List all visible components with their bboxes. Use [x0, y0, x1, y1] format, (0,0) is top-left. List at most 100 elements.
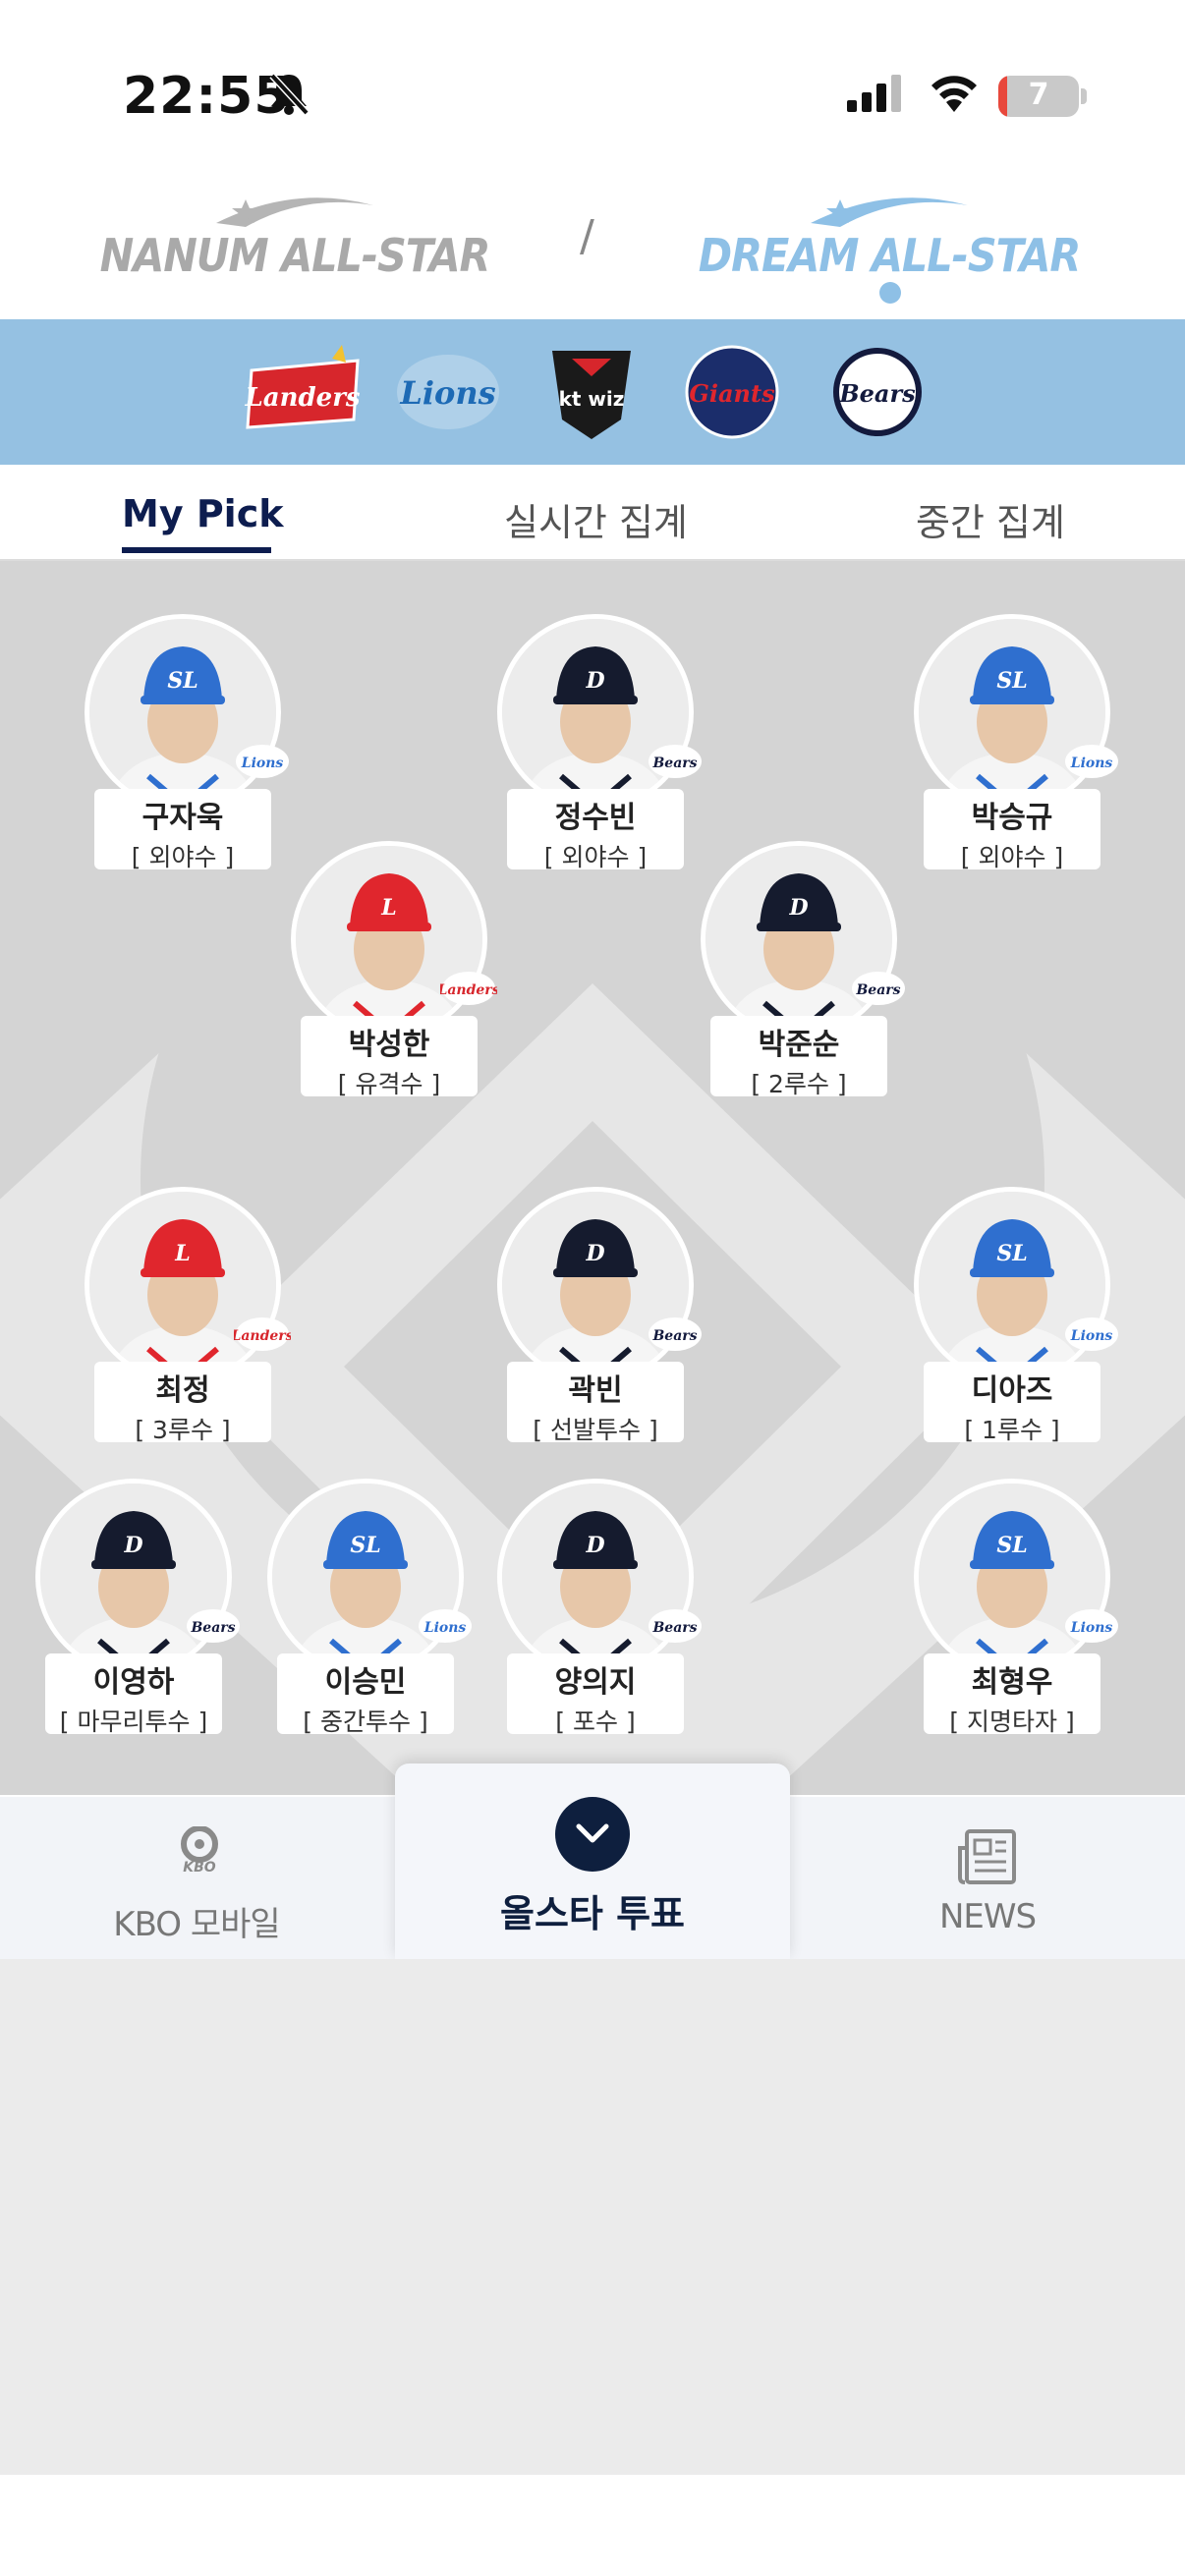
player-info: 디아즈 [ 1루수 ] [924, 1362, 1100, 1444]
player-info: 박준순 [ 2루수 ] [710, 1016, 887, 1098]
player-name: 구자욱 [141, 801, 224, 835]
nav-kbo-label: KBO 모바일 [113, 1905, 280, 1944]
empty-content-area [0, 1959, 1185, 2475]
svg-text:D: D [585, 1241, 604, 1266]
nav-allstar-vote[interactable]: 올스타 투표 [395, 1764, 790, 1959]
dream-allstar-tab[interactable]: DREAM ALL-STAR [693, 172, 1086, 319]
player-card[interactable]: L Landers 최정 [ 3루수 ] [85, 1187, 294, 1444]
svg-text:L: L [174, 1241, 190, 1266]
team-badge-icon: Bears [647, 742, 704, 785]
player-position: [ 외야수 ] [960, 843, 1064, 871]
player-card[interactable]: D Bears 이영하 [ 마무리투수 ] [35, 1479, 240, 1736]
team-badge-icon: Lions [1063, 1315, 1120, 1358]
player-position: [ 외야수 ] [543, 843, 648, 871]
svg-text:Lions: Lions [423, 1620, 467, 1636]
player-card[interactable]: SL Lions 박승규 [ 외야수 ] [914, 614, 1118, 871]
player-position: [ 2루수 ] [751, 1070, 847, 1098]
player-info: 곽빈 [ 선발투수 ] [507, 1362, 684, 1444]
player-position: [ 1루수 ] [964, 1416, 1060, 1444]
player-position: [ 선발투수 ] [533, 1416, 658, 1444]
svg-text:SL: SL [996, 668, 1027, 694]
tab-my-pick[interactable]: My Pick [122, 492, 284, 535]
player-name: 양의지 [554, 1665, 637, 1700]
nav-news-label: NEWS [938, 1897, 1037, 1936]
star-swoosh-icon [216, 197, 373, 227]
wifi-icon [928, 71, 981, 116]
star-swoosh-icon [811, 197, 968, 227]
battery-icon: 7 [998, 76, 1079, 117]
svg-text:D: D [585, 1533, 604, 1558]
player-card[interactable]: D Bears 정수빈 [ 외야수 ] [497, 614, 702, 871]
player-info: 정수빈 [ 외야수 ] [507, 789, 684, 871]
player-card[interactable]: D Bears 박준순 [ 2루수 ] [701, 841, 905, 1098]
player-name: 최정 [155, 1373, 210, 1408]
svg-text:D: D [788, 895, 808, 921]
svg-text:SL: SL [350, 1533, 380, 1558]
player-position: [ 3루수 ] [135, 1416, 231, 1444]
active-tab-underline [122, 547, 271, 553]
nanum-allstar-tab[interactable]: NANUM ALL-STAR [98, 172, 491, 319]
player-position: [ 마무리투수 ] [59, 1708, 208, 1736]
player-card[interactable]: SL Lions 디아즈 [ 1루수 ] [914, 1187, 1118, 1444]
player-card[interactable]: SL Lions 최형우 [ 지명타자 ] [914, 1479, 1118, 1736]
player-info: 양의지 [ 포수 ] [507, 1653, 684, 1736]
player-card[interactable]: SL Lions 이승민 [ 중간투수 ] [267, 1479, 472, 1736]
kbo-logo-text: KBO [183, 1860, 216, 1874]
nav-allstar-vote-label: 올스타 투표 [499, 1892, 686, 1935]
nav-news[interactable]: NEWS [884, 1797, 1091, 1959]
vote-toggle-button[interactable] [555, 1797, 630, 1872]
team-logo-label: Giants [689, 379, 775, 408]
team-badge-icon: Bears [850, 969, 907, 1012]
svg-text:SL: SL [996, 1533, 1027, 1558]
svg-text:D: D [585, 668, 604, 694]
svg-text:D: D [123, 1533, 142, 1558]
team-logo-ktwiz[interactable]: kt wiz [542, 341, 641, 443]
team-badge-icon: Landers [230, 1315, 294, 1358]
player-name: 박성한 [348, 1028, 430, 1062]
selected-indicator [879, 282, 901, 304]
svg-text:L: L [380, 895, 396, 921]
team-logo-landers[interactable]: Landers [244, 341, 366, 443]
player-info: 최형우 [ 지명타자 ] [924, 1653, 1100, 1736]
team-badge-icon: Bears [647, 1315, 704, 1358]
dream-allstar-label: DREAM ALL-STAR [698, 229, 1081, 282]
svg-text:Lions: Lions [1070, 756, 1113, 771]
kbo-logo-icon: KBO [181, 1826, 218, 1874]
player-card[interactable]: D Bears 곽빈 [ 선발투수 ] [497, 1187, 702, 1444]
svg-text:Bears: Bears [651, 756, 697, 771]
svg-text:Lions: Lions [241, 756, 284, 771]
player-card[interactable]: D Bears 양의지 [ 포수 ] [497, 1479, 702, 1736]
status-bar: 22:55 7 [0, 0, 1185, 157]
nav-kbo-mobile[interactable]: KBO KBO 모바일 [79, 1797, 314, 1959]
team-badge-icon: Lions [417, 1606, 474, 1650]
team-logo-lions[interactable]: Lions [393, 341, 503, 443]
signal-icon [847, 75, 906, 116]
player-name: 박승규 [971, 801, 1053, 835]
team-logo-giants[interactable]: Giants [680, 341, 784, 443]
player-card[interactable]: SL Lions 구자욱 [ 외야수 ] [85, 614, 289, 871]
team-logo-label: Bears [838, 379, 916, 408]
player-name: 정수빈 [554, 801, 637, 835]
player-info: 박승규 [ 외야수 ] [924, 789, 1100, 871]
player-info: 최정 [ 3루수 ] [94, 1362, 271, 1444]
player-name: 이승민 [324, 1665, 407, 1700]
team-badge-icon: Landers [436, 969, 500, 1012]
chevron-down-icon [576, 1823, 609, 1843]
player-position: [ 외야수 ] [131, 843, 235, 871]
tab-realtime-count[interactable]: 실시간 집계 [504, 492, 688, 546]
tab-interim-count[interactable]: 중간 집계 [916, 492, 1065, 546]
team-logo-label: kt wiz [559, 387, 625, 411]
player-name: 최형우 [971, 1665, 1053, 1700]
svg-text:Lions: Lions [1070, 1620, 1113, 1636]
player-info: 구자욱 [ 외야수 ] [94, 789, 271, 871]
team-badge-icon: Lions [1063, 1606, 1120, 1650]
league-selector: NANUM ALL-STAR / DREAM ALL-STAR [0, 172, 1185, 319]
player-name: 디아즈 [971, 1373, 1053, 1408]
bell-muted-icon [267, 71, 310, 120]
svg-text:Bears: Bears [651, 1328, 697, 1344]
svg-text:Lions: Lions [1070, 1328, 1113, 1344]
player-card[interactable]: L Landers 박성한 [ 유격수 ] [291, 841, 500, 1098]
player-position: [ 유격수 ] [337, 1070, 441, 1098]
team-logo-label: Lions [399, 374, 495, 412]
team-logo-bears[interactable]: Bears [831, 341, 924, 443]
